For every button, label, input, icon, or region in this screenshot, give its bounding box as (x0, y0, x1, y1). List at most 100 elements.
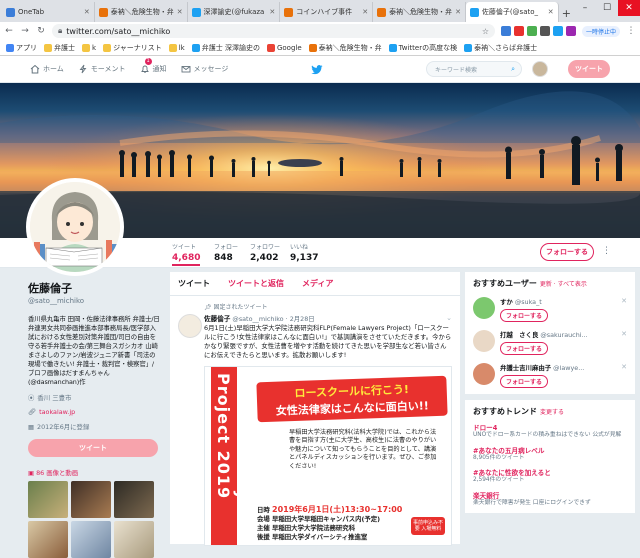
dismiss-icon[interactable]: ✕ (621, 297, 627, 305)
user-avatar[interactable] (473, 297, 495, 319)
tweet-image[interactable]: Female Lawyers Project 2019 ロースクールに行こう! … (204, 366, 452, 546)
dismiss-icon[interactable]: ✕ (621, 330, 627, 338)
nav-home[interactable]: ホーム (30, 64, 64, 74)
tab-tweets-replies[interactable]: ツイートと返信 (228, 278, 284, 289)
nav-notifications[interactable]: 1 通知 (140, 58, 167, 74)
browser-tab[interactable]: 深澤諭史(@fukaza ✕ (188, 2, 281, 22)
bookmark-link[interactable]: 泰衲＼危険生物・弁 (308, 43, 382, 53)
google-icon (266, 43, 275, 52)
media-thumbnail[interactable] (71, 481, 111, 518)
tweet-to-button[interactable]: ツイート (28, 439, 158, 457)
close-tab-icon[interactable]: ✕ (84, 8, 90, 16)
profile-avatar[interactable] (26, 178, 124, 276)
media-thumbnail[interactable] (28, 521, 68, 558)
nav-moments[interactable]: モーメント (78, 64, 126, 74)
bookmark-folder[interactable]: k (82, 43, 96, 52)
bell-icon (140, 65, 149, 73)
suggested-user[interactable]: すか @suka_t フォローする ✕ (473, 297, 627, 322)
dismiss-icon[interactable]: ✕ (621, 363, 627, 371)
twitter-logo-icon[interactable] (311, 65, 323, 75)
media-thumbnail[interactable] (71, 521, 111, 558)
folder-icon (103, 43, 112, 52)
browser-tab[interactable]: 泰衲＼危険生物・弁 ✕ (373, 2, 466, 22)
extensions-bar (500, 26, 576, 36)
close-tab-icon[interactable]: ✕ (455, 8, 461, 16)
blogger-icon (308, 43, 317, 52)
follow-button[interactable]: フォローする (540, 243, 594, 261)
reload-icon[interactable]: ↻ (36, 26, 46, 36)
minimize-icon[interactable]: – (574, 0, 596, 16)
recommend-links[interactable]: 更新 · すべて表示 (540, 279, 587, 288)
stat-likes[interactable]: いいね 9,137 (290, 242, 318, 263)
tab-media[interactable]: メディア (302, 278, 333, 289)
extension-icon[interactable] (500, 26, 511, 36)
more-options-icon[interactable]: ⋮ (602, 246, 611, 256)
compose-tweet-button[interactable]: ツイート (568, 60, 610, 78)
trend-item[interactable]: #あなたに性欲を加えると 2,594件のツイート (473, 467, 627, 485)
user-avatar[interactable] (473, 363, 495, 385)
media-header[interactable]: ▣ 86 画像と動画 (28, 468, 160, 477)
browser-tab-active[interactable]: 佐藤倫子(@sato_ ✕ (465, 2, 559, 22)
trend-item[interactable]: #あなたの五月病レベル 8,905件のツイート (473, 445, 627, 463)
extension-icon[interactable] (565, 26, 576, 36)
extension-icon[interactable] (526, 26, 537, 36)
close-tab-icon[interactable]: ✕ (269, 8, 275, 16)
bookmark-google[interactable]: Google (266, 43, 302, 52)
browser-tab-onetab[interactable]: OneTab ✕ (2, 2, 95, 22)
back-icon[interactable]: ← (4, 26, 14, 36)
trend-item[interactable]: ドロー4 UNOでドロー系カードの積み重ねはできない 公式が見解 (473, 422, 627, 440)
url-field[interactable]: 🔒︎ twitter.com/sato__michiko ☆ (52, 24, 495, 38)
account-avatar[interactable] (532, 61, 548, 77)
bookmark-apps[interactable]: アプリ (6, 43, 37, 53)
pinned-tweet[interactable]: 📌︎ 固定されたツイート ⌄ 佐藤倫子 @sato__michiko · 2月2… (170, 296, 460, 546)
menu-icon[interactable]: ⋮ (626, 26, 636, 36)
close-tab-icon[interactable]: ✕ (548, 8, 554, 16)
suggested-user[interactable]: 打越 さく良 @sakurauchi... フォローする ✕ (473, 330, 627, 355)
bookmark-folder[interactable]: ジャーナリスト (103, 43, 162, 53)
new-tab-button[interactable]: + (559, 4, 574, 22)
chevron-down-icon[interactable]: ⌄ (446, 314, 452, 322)
close-tab-icon[interactable]: ✕ (177, 8, 183, 16)
extension-icon[interactable] (513, 26, 524, 36)
extension-icon[interactable] (539, 26, 550, 36)
trends-change-link[interactable]: 変更する (540, 407, 564, 416)
follow-button[interactable]: フォローする (500, 309, 548, 322)
follow-button[interactable]: フォローする (500, 342, 548, 355)
bookmark-folder[interactable]: lk (168, 43, 185, 52)
profile-handle[interactable]: @sato__michiko (28, 297, 160, 305)
trend-item[interactable]: 楽天銀行 楽天銀行で障害が発生 口座にログインできず (473, 490, 627, 508)
forward-icon[interactable]: → (20, 26, 30, 36)
stat-followers[interactable]: フォロワー 2,402 (250, 242, 280, 263)
browser-tab[interactable]: 泰衲＼危険生物・弁 ✕ (95, 2, 188, 22)
star-icon[interactable]: ☆ (482, 27, 489, 36)
bookmark-link[interactable]: Twitterの高度な検 (388, 43, 457, 53)
close-window-icon[interactable]: ✕ (618, 0, 640, 16)
bookmark-link[interactable]: 泰衲＼さらば弁護士 (464, 43, 537, 53)
poster-headline: ロースクールに行こう! 女性法律家はこんなに面白い!! (256, 375, 448, 423)
pause-badge[interactable]: 一時停止中 (581, 25, 620, 37)
nav-messages[interactable]: メッセージ (181, 64, 228, 74)
pinned-label: 📌︎ 固定されたツイート (204, 304, 268, 311)
tweet-avatar[interactable] (178, 314, 202, 338)
search-icon[interactable]: ⌕ (511, 65, 515, 74)
stat-following[interactable]: フォロー 848 (214, 242, 238, 263)
user-avatar[interactable] (473, 330, 495, 352)
follow-button[interactable]: フォローする (500, 375, 548, 388)
tab-label: OneTab (18, 8, 45, 16)
profile-website[interactable]: 🔗︎ taokalaw.jp (28, 408, 160, 416)
folder-icon (82, 43, 90, 52)
bookmark-link[interactable]: 弁護士 深澤諭史の (191, 43, 260, 53)
search-input[interactable]: キーワード検索 ⌕ (426, 61, 522, 77)
media-thumbnail[interactable] (114, 521, 154, 558)
media-thumbnail[interactable] (28, 481, 68, 518)
media-thumbnail[interactable] (114, 481, 154, 518)
timeline-tabs: ツイート ツイートと返信 メディア (170, 272, 460, 296)
suggested-user[interactable]: 弁護士吉川麻由子 @lawye... フォローする ✕ (473, 363, 627, 388)
close-tab-icon[interactable]: ✕ (362, 8, 368, 16)
bookmark-folder[interactable]: 弁護士 (44, 43, 75, 53)
tab-tweets[interactable]: ツイート (178, 278, 210, 289)
stat-tweets[interactable]: ツイート 4,680 (172, 242, 201, 266)
extension-icon[interactable] (552, 26, 563, 36)
maximize-icon[interactable]: ☐ (596, 0, 618, 16)
browser-tab[interactable]: コインハイブ事件 ✕ (280, 2, 374, 22)
